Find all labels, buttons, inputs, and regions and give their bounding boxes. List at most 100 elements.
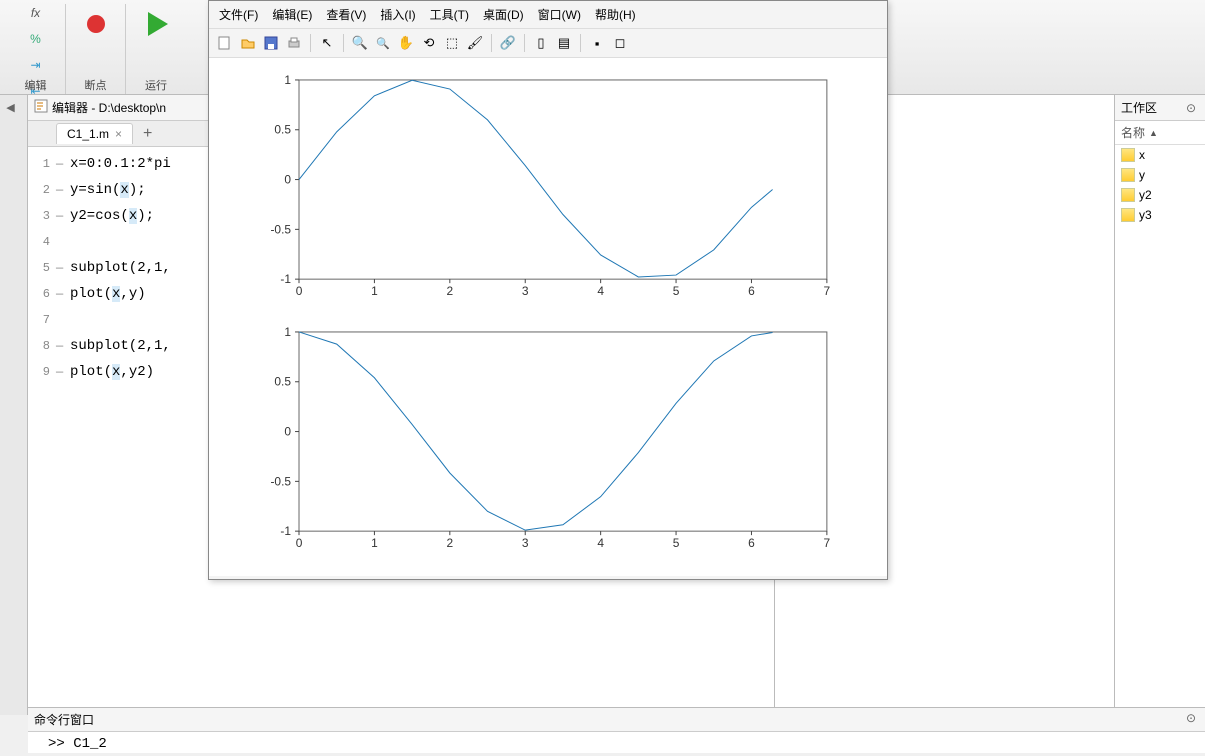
workspace-variable[interactable]: y — [1115, 165, 1205, 185]
toolgroup-label: 断点 — [66, 77, 125, 93]
subplot-2[interactable]: 01234567-1-0.500.51 — [229, 322, 867, 561]
workspace-variable[interactable]: y2 — [1115, 185, 1205, 205]
variable-name: y — [1139, 168, 1145, 182]
save-icon[interactable] — [261, 33, 281, 53]
toolgroup-run: 运行 — [126, 4, 186, 94]
line-number: 5 — [28, 261, 56, 275]
left-gutter: ◀ — [0, 95, 28, 715]
line-number: 4 — [28, 235, 56, 249]
svg-text:-0.5: -0.5 — [270, 222, 291, 236]
link-icon[interactable]: 🔗 — [498, 33, 518, 53]
run-button[interactable] — [136, 6, 176, 56]
figure-menu-item[interactable]: 查看(V) — [326, 6, 366, 23]
svg-text:4: 4 — [597, 284, 604, 298]
svg-text:1: 1 — [371, 536, 378, 550]
figure-menu-item[interactable]: 工具(T) — [430, 6, 469, 23]
toolgroup-breakpoint: 断点 — [66, 4, 126, 94]
figure-menu-item[interactable]: 窗口(W) — [538, 6, 581, 23]
toolgroup-label: 编辑 — [6, 77, 65, 93]
workspace-header[interactable]: 名称 ▲ — [1115, 121, 1205, 145]
figure-menu-item[interactable]: 插入(I) — [380, 6, 415, 23]
breakpoint-button[interactable] — [76, 6, 116, 56]
panel-menu-icon[interactable]: ⊙ — [1183, 101, 1199, 115]
pan-icon[interactable]: ✋ — [396, 33, 416, 53]
zoom-out-icon[interactable]: 🔍 — [373, 33, 393, 53]
code-text: plot(x,y) — [70, 286, 146, 302]
svg-text:0: 0 — [296, 284, 303, 298]
svg-text:5: 5 — [673, 536, 680, 550]
figure-menu-item[interactable]: 帮助(H) — [595, 6, 636, 23]
svg-text:0: 0 — [296, 536, 303, 550]
svg-text:-1: -1 — [280, 272, 291, 286]
fold-dash: — — [56, 365, 70, 379]
open-icon[interactable] — [238, 33, 258, 53]
sort-icon: ▲ — [1149, 128, 1158, 138]
editor-tab[interactable]: C1_1.m × — [56, 123, 133, 144]
add-tab-button[interactable]: + — [137, 125, 158, 143]
fold-dash: — — [56, 261, 70, 275]
zoom-in-icon[interactable]: 🔍 — [350, 33, 370, 53]
toolgroup-edit: fx % ⇥ ⇤ 编辑 — [6, 4, 66, 94]
line-number: 9 — [28, 365, 56, 379]
fold-dash: — — [56, 183, 70, 197]
print-icon[interactable] — [284, 33, 304, 53]
prompt: >> — [48, 736, 73, 752]
svg-text:5: 5 — [673, 284, 680, 298]
subplot-1[interactable]: 01234567-1-0.500.51 — [229, 70, 867, 309]
variable-icon — [1121, 148, 1135, 162]
comment-icon[interactable]: % — [25, 32, 47, 54]
tab-close-icon[interactable]: × — [115, 127, 122, 141]
variable-name: y2 — [1139, 188, 1152, 202]
hide-tools-icon[interactable]: ▪ — [587, 33, 607, 53]
command-titlebar: 命令行窗口 ⊙ — [28, 708, 1205, 732]
workspace-variable[interactable]: y3 — [1115, 205, 1205, 225]
figure-menubar: 文件(F) 编辑(E) 查看(V) 插入(I) 工具(T) 桌面(D) 窗口(W) 帮助(H) — [209, 1, 887, 28]
tab-label: C1_1.m — [67, 127, 109, 141]
code-text: subplot(2,1, — [70, 260, 171, 276]
svg-text:-1: -1 — [280, 524, 291, 538]
editor-title: 编辑器 - D:\desktop\n — [52, 99, 166, 116]
collapse-handle[interactable]: ◀ — [0, 95, 21, 120]
svg-text:3: 3 — [522, 284, 529, 298]
datacursor-icon[interactable]: ⬚ — [442, 33, 462, 53]
figure-menu-item[interactable]: 文件(F) — [219, 6, 258, 23]
svg-text:-0.5: -0.5 — [270, 474, 291, 488]
figure-toolbar: ↖ 🔍 🔍 ✋ ⟲ ⬚ 🖌 🔗 ▯ ▤ ▪ ◻ — [209, 28, 887, 58]
command-input[interactable]: >> C1_2 — [28, 732, 1205, 756]
svg-text:0.5: 0.5 — [274, 123, 291, 137]
workspace-title: 工作区 — [1121, 99, 1157, 116]
svg-text:2: 2 — [447, 536, 454, 550]
figure-menu-item[interactable]: 编辑(E) — [272, 6, 312, 23]
pointer-icon[interactable]: ↖ — [317, 33, 337, 53]
variable-name: x — [1139, 148, 1145, 162]
svg-text:1: 1 — [371, 284, 378, 298]
colorbar-icon[interactable]: ▯ — [531, 33, 551, 53]
code-text: y2=cos(x); — [70, 208, 154, 224]
toolgroup-label: 运行 — [126, 77, 186, 93]
new-figure-icon[interactable] — [215, 33, 235, 53]
dock-icon[interactable]: ◻ — [610, 33, 630, 53]
variable-icon — [1121, 188, 1135, 202]
figure-window: 文件(F) 编辑(E) 查看(V) 插入(I) 工具(T) 桌面(D) 窗口(W) 帮助(H)… — [208, 0, 888, 580]
fold-dash: — — [56, 157, 70, 171]
rotate-icon[interactable]: ⟲ — [419, 33, 439, 53]
code-text: y=sin(x); — [70, 182, 146, 198]
svg-text:0: 0 — [284, 424, 291, 438]
workspace-variable[interactable]: x — [1115, 145, 1205, 165]
code-text: plot(x,y2) — [70, 364, 154, 380]
panel-menu-icon[interactable]: ⊙ — [1183, 711, 1199, 725]
figure-menu-item[interactable]: 桌面(D) — [483, 6, 524, 23]
svg-text:6: 6 — [748, 284, 755, 298]
brush-icon[interactable]: 🖌 — [465, 33, 485, 53]
code-text: x=0:0.1:2*pi — [70, 156, 171, 172]
figure-axes-area: 01234567-1-0.500.51 01234567-1-0.500.51 — [209, 58, 887, 576]
svg-text:6: 6 — [748, 536, 755, 550]
workspace-header-label: 名称 — [1121, 124, 1145, 141]
legend-icon[interactable]: ▤ — [554, 33, 574, 53]
line-number: 2 — [28, 183, 56, 197]
fx-icon[interactable]: fx — [25, 6, 47, 28]
line-number: 3 — [28, 209, 56, 223]
command-title: 命令行窗口 — [34, 711, 94, 728]
fold-dash: — — [56, 339, 70, 353]
svg-text:2: 2 — [447, 284, 454, 298]
